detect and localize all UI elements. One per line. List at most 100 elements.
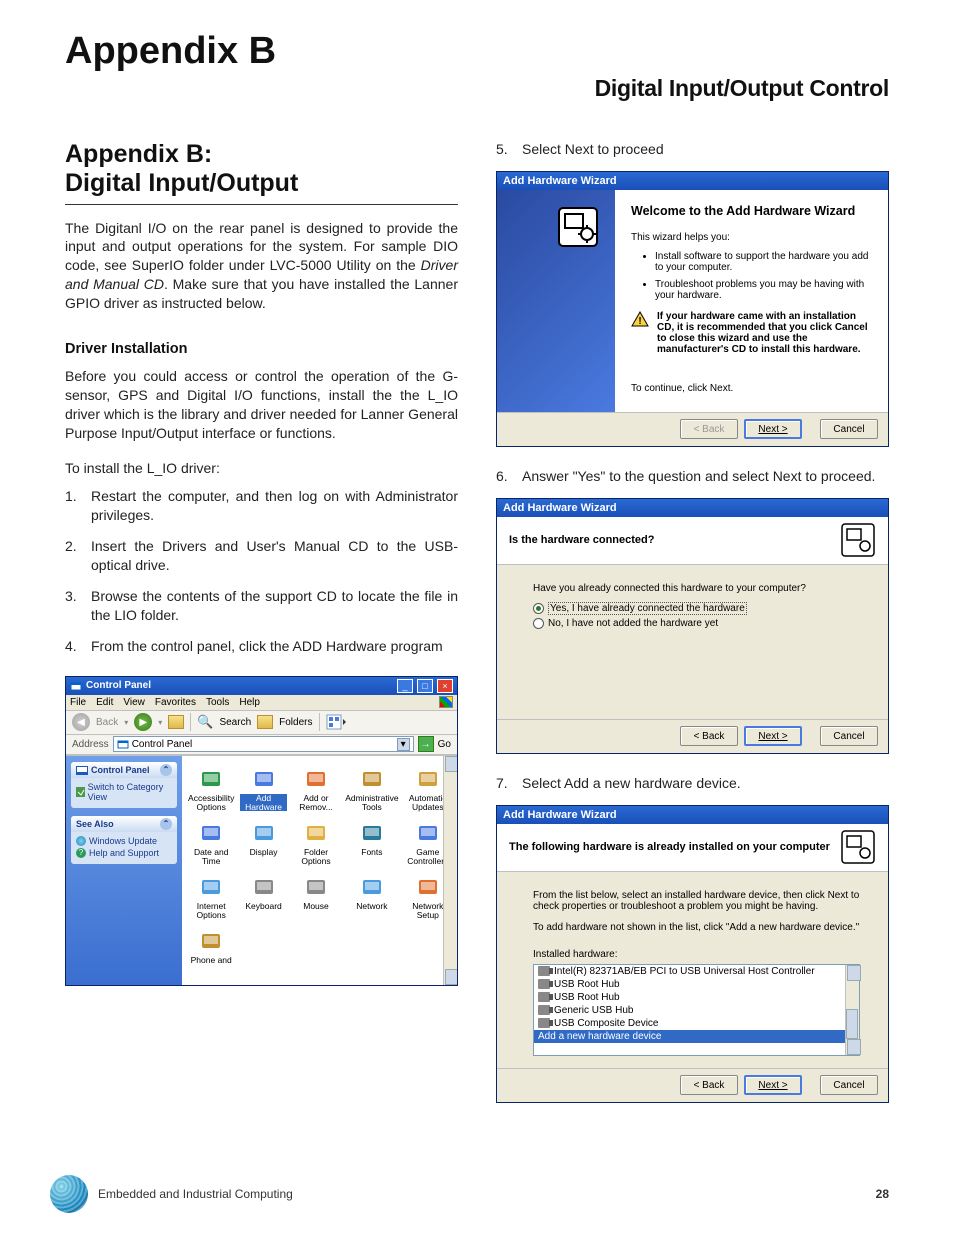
collapse-icon[interactable]: ⌃ (160, 764, 172, 776)
window-titlebar[interactable]: Control Panel _ □ × (66, 677, 457, 695)
cancel-button-1[interactable]: Cancel (820, 419, 878, 439)
switch-category-link[interactable]: Switch to Category View (76, 782, 172, 802)
go-button[interactable]: → (418, 736, 434, 752)
footer-text: Embedded and Industrial Computing (98, 1187, 293, 1201)
cp-item-icon (359, 766, 385, 792)
menu-favorites[interactable]: Favorites (155, 697, 196, 708)
next-button-3[interactable]: Next > (744, 1075, 802, 1095)
cancel-button-3[interactable]: Cancel (820, 1075, 878, 1095)
usb-device-icon (538, 966, 550, 976)
cp-item-date-and-time[interactable]: Date and Time (186, 818, 236, 870)
radio-yes-input[interactable] (533, 603, 544, 614)
forward-button[interactable]: ▶ (134, 713, 152, 731)
address-dropdown[interactable]: ▾ (397, 738, 410, 751)
cp-item-fonts[interactable]: Fonts (343, 818, 400, 870)
menu-tools[interactable]: Tools (206, 697, 229, 708)
menu-view[interactable]: View (123, 697, 145, 708)
cp-item-keyboard[interactable]: Keyboard (238, 872, 288, 924)
radio-yes[interactable]: Yes, I have already connected the hardwa… (533, 602, 860, 615)
cp-item-label: Date and Time (188, 848, 234, 866)
cp-item-add-hardware[interactable]: Add Hardware (238, 764, 288, 816)
control-panel-body: Control Panel ⌃ Switch to Category View … (66, 755, 457, 985)
cp-item-internet-options[interactable]: Internet Options (186, 872, 236, 924)
step-6: Answer "Yes" to the question and select … (496, 467, 889, 486)
address-combo[interactable]: Control Panel ▾ (113, 736, 414, 752)
search-label[interactable]: Search (219, 717, 251, 728)
cp-item-administrative-tools[interactable]: Administrative Tools (343, 764, 400, 816)
install-intro: To install the L_IO driver: (65, 459, 458, 478)
cp-item-accessibility-options[interactable]: Accessibility Options (186, 764, 236, 816)
cp-item-network[interactable]: Network (343, 872, 400, 924)
back-button[interactable]: ◀ (72, 713, 90, 731)
add-hardware-wizard-welcome: Add Hardware Wizard Welcome to the Add H… (496, 171, 889, 447)
cancel-button-2[interactable]: Cancel (820, 726, 878, 746)
menu-edit[interactable]: Edit (96, 697, 113, 708)
cp-item-display[interactable]: Display (238, 818, 288, 870)
sidebar-card-1-header[interactable]: Control Panel ⌃ (71, 762, 177, 778)
cp-item-icon (198, 766, 224, 792)
collapse-icon-2[interactable]: ⌃ (160, 818, 172, 830)
windows-update-link[interactable]: Windows Update (76, 836, 172, 846)
step-3: Browse the contents of the support CD to… (65, 587, 458, 625)
next-button-2[interactable]: Next > (744, 726, 802, 746)
menu-help[interactable]: Help (239, 697, 260, 708)
wizard-page-head-3: The following hardware is already instal… (497, 824, 888, 872)
cp-item-add-or-remov-[interactable]: Add or Remov... (291, 764, 341, 816)
cp-header-icon (76, 764, 88, 776)
wizard-titlebar-1[interactable]: Add Hardware Wizard (497, 172, 888, 190)
hardware-icon-2 (840, 522, 876, 558)
cp-item-phone-and[interactable]: Phone and (186, 926, 236, 978)
wizard-titlebar-3[interactable]: Add Hardware Wizard (497, 806, 888, 824)
next-button-1[interactable]: Next > (744, 419, 802, 439)
menubar: File Edit View Favorites Tools Help (66, 695, 457, 711)
folders-label[interactable]: Folders (279, 717, 312, 728)
page-header: Appendix B Digital Input/Output Control (65, 30, 889, 102)
radio-no-input[interactable] (533, 618, 544, 629)
hw-device-row[interactable]: USB Root Hub (534, 991, 859, 1004)
radio-no[interactable]: No, I have not added the hardware yet (533, 618, 860, 629)
appendix-title: Appendix B (65, 30, 889, 73)
driver-paragraph: Before you could access or control the o… (65, 367, 458, 443)
views-button[interactable] (326, 714, 346, 730)
hw-device-label: Add a new hardware device (538, 1031, 661, 1042)
hw-device-row[interactable]: USB Root Hub (534, 978, 859, 991)
add-hardware-wizard-installed: Add Hardware Wizard The following hardwa… (496, 805, 889, 1103)
hw-device-row[interactable]: USB Composite Device (534, 1017, 859, 1030)
icon-grid: Accessibility OptionsAdd HardwareAdd or … (182, 756, 457, 985)
cp-item-icon (359, 874, 385, 900)
wizard-question: Have you already connected this hardware… (533, 583, 860, 594)
scrollbar[interactable] (443, 756, 457, 985)
scrollbar-thumb[interactable] (846, 1009, 858, 1039)
wizard-footer-2: < Back Next > Cancel (497, 719, 888, 753)
usb-device-icon (538, 979, 550, 989)
menu-file[interactable]: File (70, 697, 86, 708)
maximize-button[interactable]: □ (417, 679, 433, 693)
intro-paragraph: The Digitanl I/O on the rear panel is de… (65, 219, 458, 313)
wizard-warning-text: If your hardware came with an installati… (657, 311, 872, 355)
wizard-body-2: Have you already connected this hardware… (497, 565, 888, 719)
hw-device-row[interactable]: Add a new hardware device (534, 1030, 859, 1043)
hw-device-row[interactable]: Intel(R) 82371AB/EB PCI to USB Universal… (534, 965, 859, 978)
control-panel-window: Control Panel _ □ × File Edit View Favor… (65, 676, 458, 986)
back-button-3[interactable]: < Back (680, 1075, 738, 1095)
address-label: Address (72, 739, 109, 750)
up-folder-button[interactable] (168, 715, 184, 729)
minimize-button[interactable]: _ (397, 679, 413, 693)
hardware-listbox[interactable]: Intel(R) 82371AB/EB PCI to USB Universal… (533, 964, 860, 1056)
page-number: 28 (876, 1187, 889, 1201)
cp-item-icon (198, 874, 224, 900)
help-support-link[interactable]: ? Help and Support (76, 848, 172, 858)
right-column: Select Next to proceed Add Hardware Wiza… (496, 140, 889, 1103)
cp-item-mouse[interactable]: Mouse (291, 872, 341, 924)
hw-device-label: USB Composite Device (554, 1018, 658, 1029)
wizard-heading-3: The following hardware is already instal… (509, 841, 840, 853)
close-button[interactable]: × (437, 679, 453, 693)
sidebar-card-2-header[interactable]: See Also ⌃ (71, 816, 177, 832)
cp-item-label: Display (250, 848, 278, 857)
hw-device-row[interactable]: Generic USB Hub (534, 1004, 859, 1017)
help-support-text: Help and Support (89, 848, 159, 858)
wizard-titlebar-2[interactable]: Add Hardware Wizard (497, 499, 888, 517)
listbox-scrollbar[interactable] (845, 965, 859, 1055)
cp-item-folder-options[interactable]: Folder Options (291, 818, 341, 870)
back-button-2[interactable]: < Back (680, 726, 738, 746)
